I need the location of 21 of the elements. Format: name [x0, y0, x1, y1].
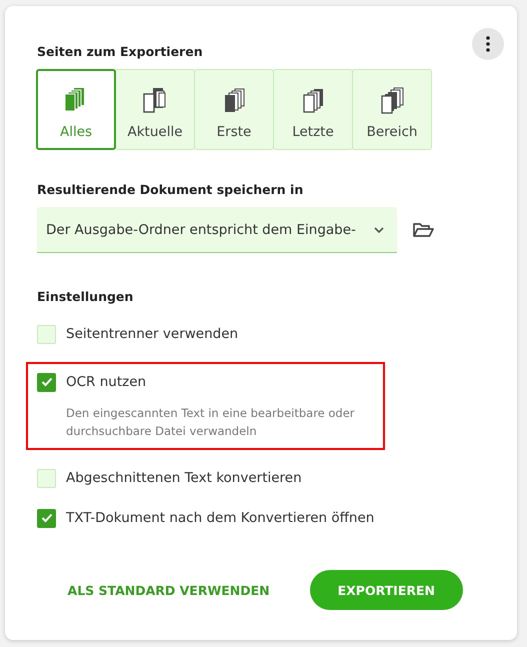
check-icon	[40, 377, 52, 387]
section-title: Seiten zum Exportieren	[37, 44, 204, 59]
option-label: Abgeschnittenen Text konvertieren	[66, 470, 302, 486]
section-title: Resultierende Dokument speichern in	[37, 182, 304, 197]
check-icon	[40, 513, 52, 523]
option-label: Seitentrenner verwenden	[66, 326, 238, 342]
page-range-tab[interactable]: Erste	[194, 69, 274, 150]
option-label: TXT-Dokument nach dem Konvertieren öffnen	[66, 510, 374, 526]
page-range-tab[interactable]: Letzte	[273, 69, 353, 150]
page-range-tab[interactable]: Bereich	[352, 69, 432, 150]
more-menu-button[interactable]	[472, 28, 504, 60]
checkbox[interactable]	[37, 372, 56, 392]
folder-icon	[413, 222, 434, 238]
more-icon	[486, 36, 490, 52]
option-description: Den eingescannten Text in eine bearbeitbare oder durchsuchbare Datei verwandeln	[66, 405, 356, 440]
output-folder-dropdown[interactable]: Der Ausgabe-Ordner entspricht dem Eingabe-	[37, 207, 397, 253]
option-label: OCR nutzen	[66, 374, 146, 390]
checkbox[interactable]	[37, 508, 56, 528]
section-title: Einstellungen	[37, 289, 134, 304]
chevron-down-icon	[374, 226, 384, 232]
page-range-tab[interactable]: Aktuelle	[115, 69, 195, 150]
